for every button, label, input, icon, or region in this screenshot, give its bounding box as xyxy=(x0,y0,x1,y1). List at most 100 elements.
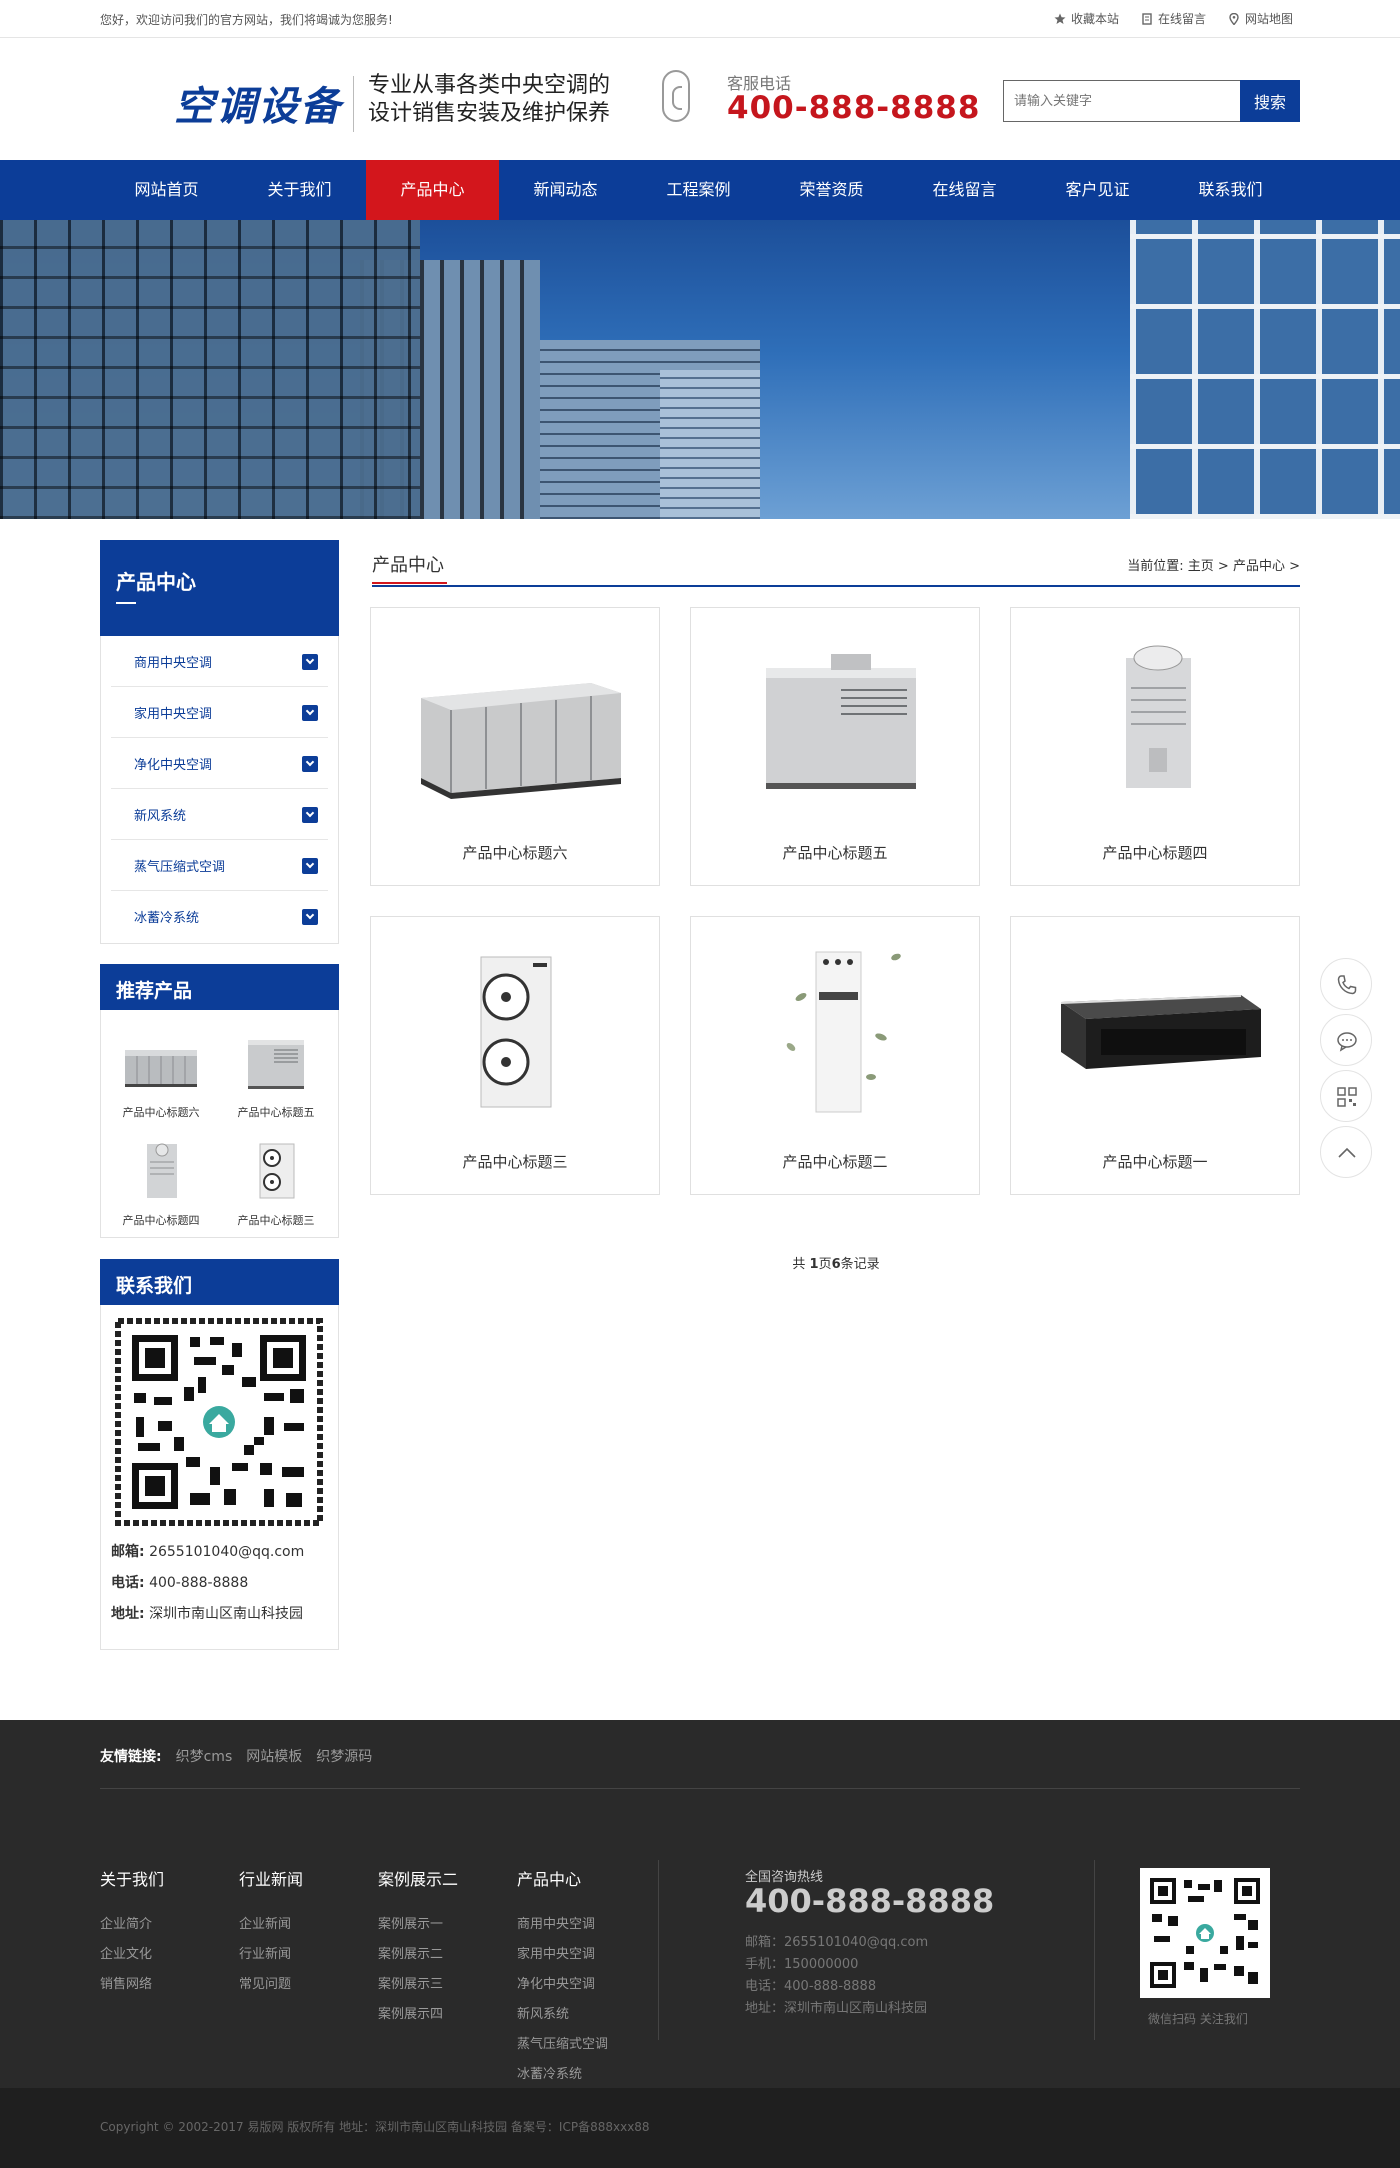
recommend-caption: 产品中心标题五 xyxy=(237,1106,315,1119)
pager-count: 6 xyxy=(831,1257,841,1272)
product-title[interactable]: 产品中心标题五 xyxy=(691,842,979,863)
footer-col-title[interactable]: 行业新闻 xyxy=(239,1866,303,1890)
footer-link[interactable]: 案例展示三 xyxy=(378,1970,458,2000)
footer-col-about: 关于我们 企业简介 企业文化 销售网络 xyxy=(100,1866,164,2000)
footer-link[interactable]: 销售网络 xyxy=(100,1970,164,2000)
product-card[interactable]: 产品中心标题五 xyxy=(690,607,980,886)
float-phone-button[interactable] xyxy=(1320,958,1372,1010)
friend-link[interactable]: 织梦cms xyxy=(176,1746,233,1766)
friend-link[interactable]: 网站模板 xyxy=(246,1746,302,1766)
nav-testimonials[interactable]: 客户见证 xyxy=(1031,160,1164,220)
footer-link[interactable]: 案例展示四 xyxy=(378,2000,458,2030)
chevron-down-icon[interactable] xyxy=(302,909,318,925)
category-item[interactable]: 净化中央空调 xyxy=(111,738,328,789)
recommend-caption: 产品中心标题三 xyxy=(237,1214,315,1227)
pager-prefix: 共 xyxy=(792,1257,806,1272)
footer-link[interactable]: 行业新闻 xyxy=(239,1940,303,1970)
slogan-line-1: 专业从事各类中央空调的 xyxy=(368,73,611,98)
category-item[interactable]: 商用中央空调 xyxy=(111,636,328,687)
page-title: 产品中心 xyxy=(372,555,444,576)
footer-col-title[interactable]: 产品中心 xyxy=(517,1866,608,1890)
nav-message[interactable]: 在线留言 xyxy=(898,160,1031,220)
nav-news[interactable]: 新闻动态 xyxy=(499,160,632,220)
category-item[interactable]: 家用中央空调 xyxy=(111,687,328,738)
nav-products[interactable]: 产品中心 xyxy=(366,160,499,220)
sitemap-link[interactable]: 网站地图 xyxy=(1228,10,1293,27)
product-title[interactable]: 产品中心标题六 xyxy=(371,842,659,863)
chevron-down-icon[interactable] xyxy=(302,756,318,772)
footer-link[interactable]: 案例展示二 xyxy=(378,1940,458,1970)
product-title[interactable]: 产品中心标题一 xyxy=(1011,1151,1299,1172)
message-link[interactable]: 在线留言 xyxy=(1141,10,1206,27)
category-item[interactable]: 蒸气压缩式空调 xyxy=(111,840,328,891)
footer-col-title[interactable]: 案例展示二 xyxy=(378,1866,458,1890)
footer: 友情链接: 织梦cms 网站模板 织梦源码 关于我们 企业简介 企业文化 销售网… xyxy=(0,1720,1400,2088)
footer-link[interactable]: 商用中央空调 xyxy=(517,1910,608,1940)
footer-address: 地址：深圳市南山区南山科技园 xyxy=(745,2001,928,2016)
float-chat-button[interactable] xyxy=(1320,1014,1372,1066)
nav-about[interactable]: 关于我们 xyxy=(233,160,366,220)
product-title[interactable]: 产品中心标题三 xyxy=(371,1151,659,1172)
chevron-down-icon[interactable] xyxy=(302,858,318,874)
category-title-underline xyxy=(116,602,136,604)
product-thumbnail xyxy=(248,1040,304,1089)
product-title[interactable]: 产品中心标题二 xyxy=(691,1151,979,1172)
category-item[interactable]: 冰蓄冷系统 xyxy=(111,891,328,942)
product-image xyxy=(786,951,901,1113)
category-item[interactable]: 新风系统 xyxy=(111,789,328,840)
footer-qr-caption: 微信扫码 关注我们 xyxy=(1148,2012,1248,2026)
footer-link[interactable]: 家用中央空调 xyxy=(517,1940,608,1970)
footer-link[interactable]: 企业文化 xyxy=(100,1940,164,1970)
breadcrumb-separator: > xyxy=(1217,559,1229,574)
recommend-item[interactable]: 产品中心标题五 xyxy=(226,1032,326,1120)
contact-title: 联系我们 xyxy=(116,1275,193,1297)
bookmark-link[interactable]: 收藏本站 xyxy=(1054,10,1119,27)
recommend-item[interactable]: 产品中心标题三 xyxy=(226,1140,326,1228)
footer-col-title[interactable]: 关于我们 xyxy=(100,1866,164,1890)
pager-pages: 1 xyxy=(809,1257,819,1272)
recommend-item[interactable]: 产品中心标题四 xyxy=(111,1140,211,1228)
footer-link[interactable]: 蒸气压缩式空调 xyxy=(517,2030,608,2060)
friend-links-label: 友情链接: xyxy=(100,1749,162,1765)
product-card[interactable]: 产品中心标题六 xyxy=(370,607,660,886)
recommend-item[interactable]: 产品中心标题六 xyxy=(111,1032,211,1120)
breadcrumb-current[interactable]: 产品中心 xyxy=(1233,559,1285,574)
float-qr-button[interactable] xyxy=(1320,1070,1372,1122)
search-bar: 搜索 xyxy=(1003,80,1300,122)
nav-contact[interactable]: 联系我们 xyxy=(1164,160,1297,220)
welcome-text: 您好，欢迎访问我们的官方网站，我们将竭诚为您服务! xyxy=(100,13,393,27)
search-input[interactable] xyxy=(1003,80,1240,122)
header: 空调设备 专业从事各类中央空调的 设计销售安装及维护保养 客服电话 400-88… xyxy=(0,38,1400,160)
product-image xyxy=(1126,645,1191,788)
footer-link[interactable]: 企业新闻 xyxy=(239,1910,303,1940)
nav-home[interactable]: 网站首页 xyxy=(100,160,233,220)
footer-link[interactable]: 净化中央空调 xyxy=(517,1970,608,2000)
search-button[interactable]: 搜索 xyxy=(1240,80,1300,122)
footer-qr-code xyxy=(1140,1868,1270,1998)
product-card[interactable]: 产品中心标题四 xyxy=(1010,607,1300,886)
product-card[interactable]: 产品中心标题一 xyxy=(1010,916,1300,1195)
product-card[interactable]: 产品中心标题三 xyxy=(370,916,660,1195)
footer-link[interactable]: 案例展示一 xyxy=(378,1910,458,1940)
chevron-down-icon[interactable] xyxy=(302,654,318,670)
chevron-down-icon[interactable] xyxy=(302,807,318,823)
footer-link[interactable]: 冰蓄冷系统 xyxy=(517,2060,608,2090)
back-to-top-button[interactable] xyxy=(1320,1126,1372,1178)
slogan: 专业从事各类中央空调的 设计销售安装及维护保养 xyxy=(368,72,610,128)
chevron-down-icon[interactable] xyxy=(302,705,318,721)
category-list: 商用中央空调 家用中央空调 净化中央空调 新风系统 蒸气压缩式空调 冰蓄冷系统 xyxy=(100,636,339,944)
footer-link[interactable]: 企业简介 xyxy=(100,1910,164,1940)
breadcrumb-home[interactable]: 主页 xyxy=(1188,559,1214,574)
star-icon xyxy=(1054,13,1066,24)
nav-cases[interactable]: 工程案例 xyxy=(632,160,765,220)
product-card[interactable]: 产品中心标题二 xyxy=(690,916,980,1195)
slogan-line-2: 设计销售安装及维护保养 xyxy=(368,101,611,126)
pagination-info: 共 1页6条记录 xyxy=(372,1253,1300,1272)
nav-honors[interactable]: 荣誉资质 xyxy=(765,160,898,220)
friend-link[interactable]: 织梦源码 xyxy=(316,1746,372,1766)
footer-link[interactable]: 新风系统 xyxy=(517,2000,608,2030)
bookmark-label: 收藏本站 xyxy=(1070,12,1119,26)
footer-link[interactable]: 常见问题 xyxy=(239,1970,303,2000)
product-title[interactable]: 产品中心标题四 xyxy=(1011,842,1299,863)
site-logo[interactable]: 空调设备 xyxy=(174,74,342,132)
